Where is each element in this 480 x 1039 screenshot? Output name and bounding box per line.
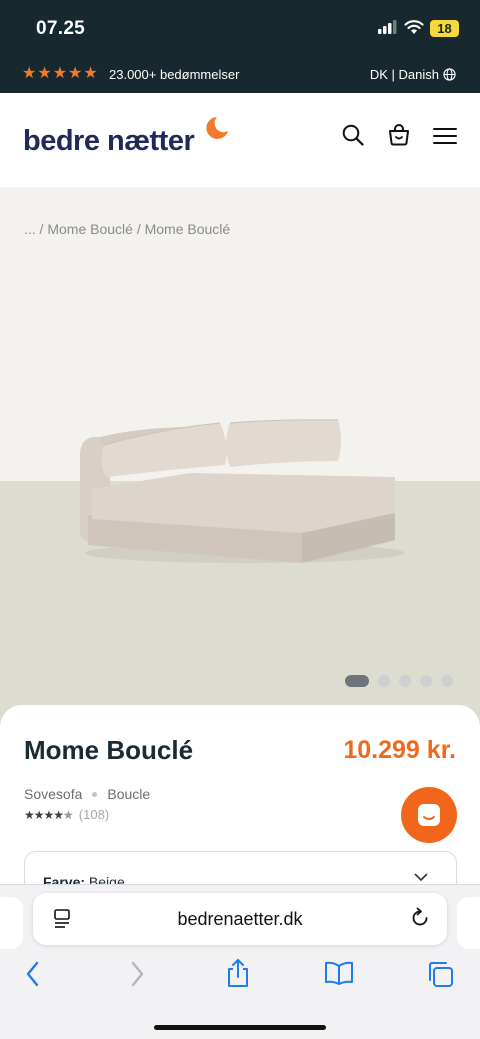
star-icon: ★ <box>68 65 83 82</box>
carousel-dot[interactable] <box>399 675 411 687</box>
back-icon[interactable] <box>24 961 42 987</box>
rating-stars: ★★★★★ <box>24 807 74 822</box>
moon-icon <box>206 117 228 139</box>
address-bar[interactable]: bedrenaetter.dk <box>33 893 447 945</box>
share-icon[interactable] <box>225 958 251 988</box>
signal-icon <box>378 20 397 34</box>
star-icon: ★ <box>22 65 37 82</box>
browser-toolbar: bedrenaetter.dk <box>0 884 480 1039</box>
product-category: Sovesofa <box>24 786 83 802</box>
star-icon: ★ <box>83 65 98 82</box>
product-image <box>80 419 405 563</box>
wifi-icon <box>404 20 424 34</box>
rating-stars: ★ ★ ★ ★ ★ <box>22 66 98 82</box>
language-label: DK | Danish <box>369 67 439 82</box>
product-rating[interactable]: ★★★★★ (108) <box>24 807 109 822</box>
carousel-dot[interactable] <box>345 675 369 687</box>
logo[interactable]: bedre nætter <box>23 125 195 158</box>
carousel-indicators <box>345 675 453 687</box>
status-bar: 07.25 18 <box>0 0 480 58</box>
home-indicator <box>154 1025 326 1030</box>
search-icon[interactable] <box>342 124 364 146</box>
breadcrumb[interactable]: ... / Mome Bouclé / Mome Bouclé <box>24 221 230 237</box>
reload-icon[interactable] <box>409 907 431 929</box>
chat-icon <box>418 804 440 826</box>
battery-indicator: 18 <box>430 20 459 37</box>
url-text: bedrenaetter.dk <box>177 909 303 929</box>
basket-icon[interactable] <box>387 122 411 146</box>
chevron-down-icon <box>414 873 428 882</box>
product-material: Boucle <box>107 786 151 802</box>
tabs-icon[interactable] <box>426 960 454 988</box>
reviews-bar: ★ ★ ★ ★ ★ 23.000+ bedømmelser DK | Danis… <box>0 58 480 93</box>
product-gallery[interactable]: ... / Mome Bouclé / Mome Bouclé <box>0 187 480 727</box>
product-title: Mome Bouclé <box>24 735 194 765</box>
carousel-dot[interactable] <box>420 675 432 687</box>
clock: 07.25 <box>36 18 86 39</box>
menu-icon[interactable] <box>433 127 457 145</box>
star-icon: ★ <box>37 65 52 82</box>
product-meta: Sovesofa Boucle <box>24 786 150 802</box>
separator-dot <box>92 791 98 797</box>
site-header: bedre nætter <box>0 93 480 187</box>
globe-icon <box>443 68 456 81</box>
carousel-dot[interactable] <box>378 675 390 687</box>
chat-button[interactable] <box>401 787 457 843</box>
previous-tab-peek[interactable] <box>0 897 23 949</box>
carousel-dot[interactable] <box>441 675 453 687</box>
product-price: 10.299 kr. <box>343 736 456 764</box>
star-icon: ★ <box>52 65 68 82</box>
review-count: (108) <box>78 807 110 822</box>
bookmarks-icon[interactable] <box>324 961 354 985</box>
language-selector[interactable]: DK | Danish <box>370 67 456 82</box>
product-info-panel: Mome Bouclé 10.299 kr. Sovesofa Boucle ★… <box>0 705 480 901</box>
ratings-count[interactable]: 23.000+ bedømmelser <box>109 67 239 82</box>
next-tab-peek[interactable] <box>457 897 480 949</box>
forward-icon[interactable] <box>128 961 146 987</box>
